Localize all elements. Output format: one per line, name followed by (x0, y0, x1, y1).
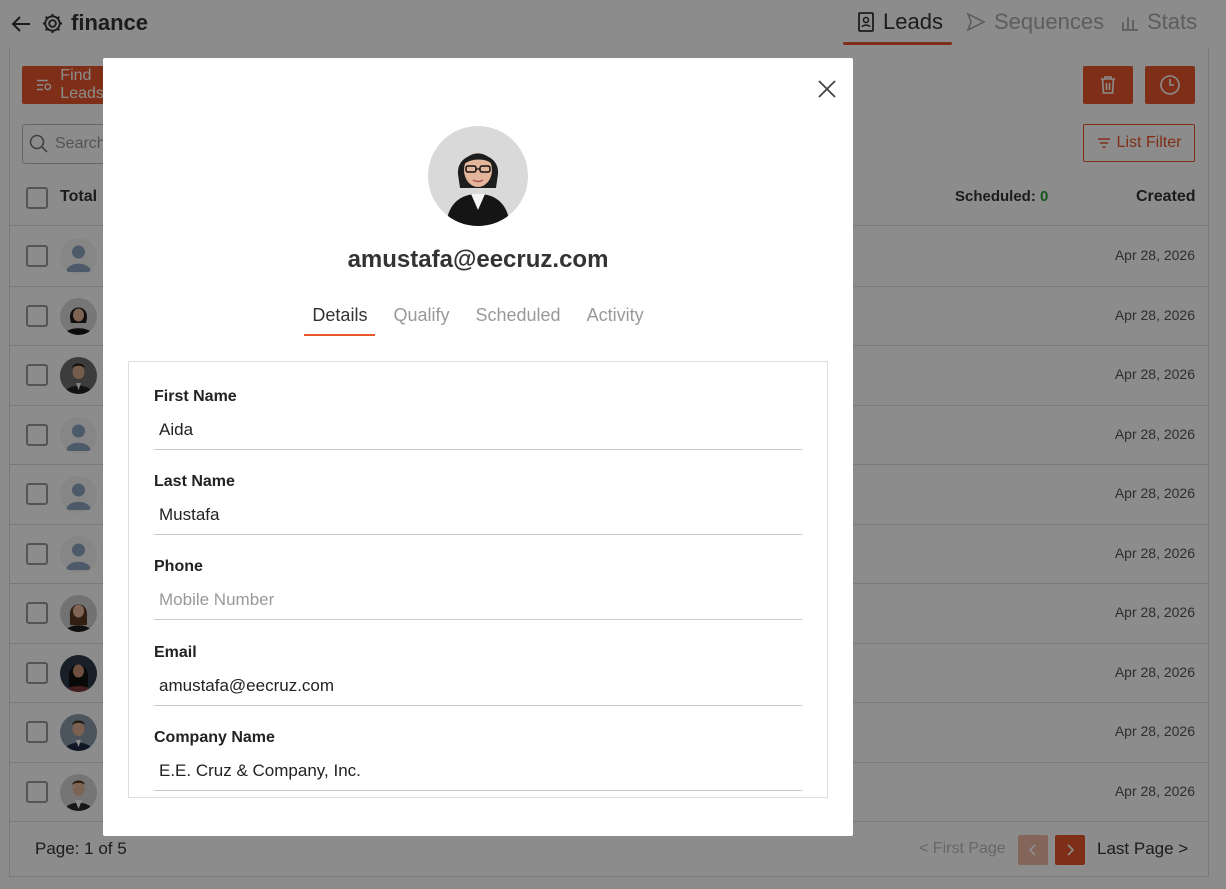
first-name-field-group: First Name (154, 388, 802, 473)
email-field[interactable] (154, 666, 802, 706)
lead-details-modal: amustafa@eecruz.com Details Qualify Sche… (103, 58, 853, 836)
modal-tabs: Details Qualify Scheduled Activity (103, 303, 853, 336)
lead-avatar (428, 126, 528, 226)
first-name-label: First Name (154, 388, 237, 405)
last-name-field[interactable] (154, 495, 802, 535)
tab-details[interactable]: Details (302, 303, 377, 336)
details-form: First Name Last Name Phone Email Company… (128, 361, 828, 798)
close-icon[interactable] (816, 78, 838, 100)
tab-qualify[interactable]: Qualify (383, 303, 459, 336)
company-name-field-group: Company Name (154, 729, 802, 797)
phone-label: Phone (154, 558, 203, 575)
company-name-label: Company Name (154, 729, 275, 746)
company-name-field[interactable] (154, 751, 802, 791)
last-name-label: Last Name (154, 473, 235, 490)
last-name-field-group: Last Name (154, 473, 802, 558)
phone-field[interactable] (154, 580, 802, 620)
tab-activity[interactable]: Activity (577, 303, 654, 336)
email-label: Email (154, 644, 197, 661)
phone-field-group: Phone (154, 558, 802, 643)
first-name-field[interactable] (154, 410, 802, 450)
email-field-group: Email (154, 644, 802, 729)
tab-scheduled[interactable]: Scheduled (465, 303, 570, 336)
lead-email-title: amustafa@eecruz.com (347, 246, 609, 273)
